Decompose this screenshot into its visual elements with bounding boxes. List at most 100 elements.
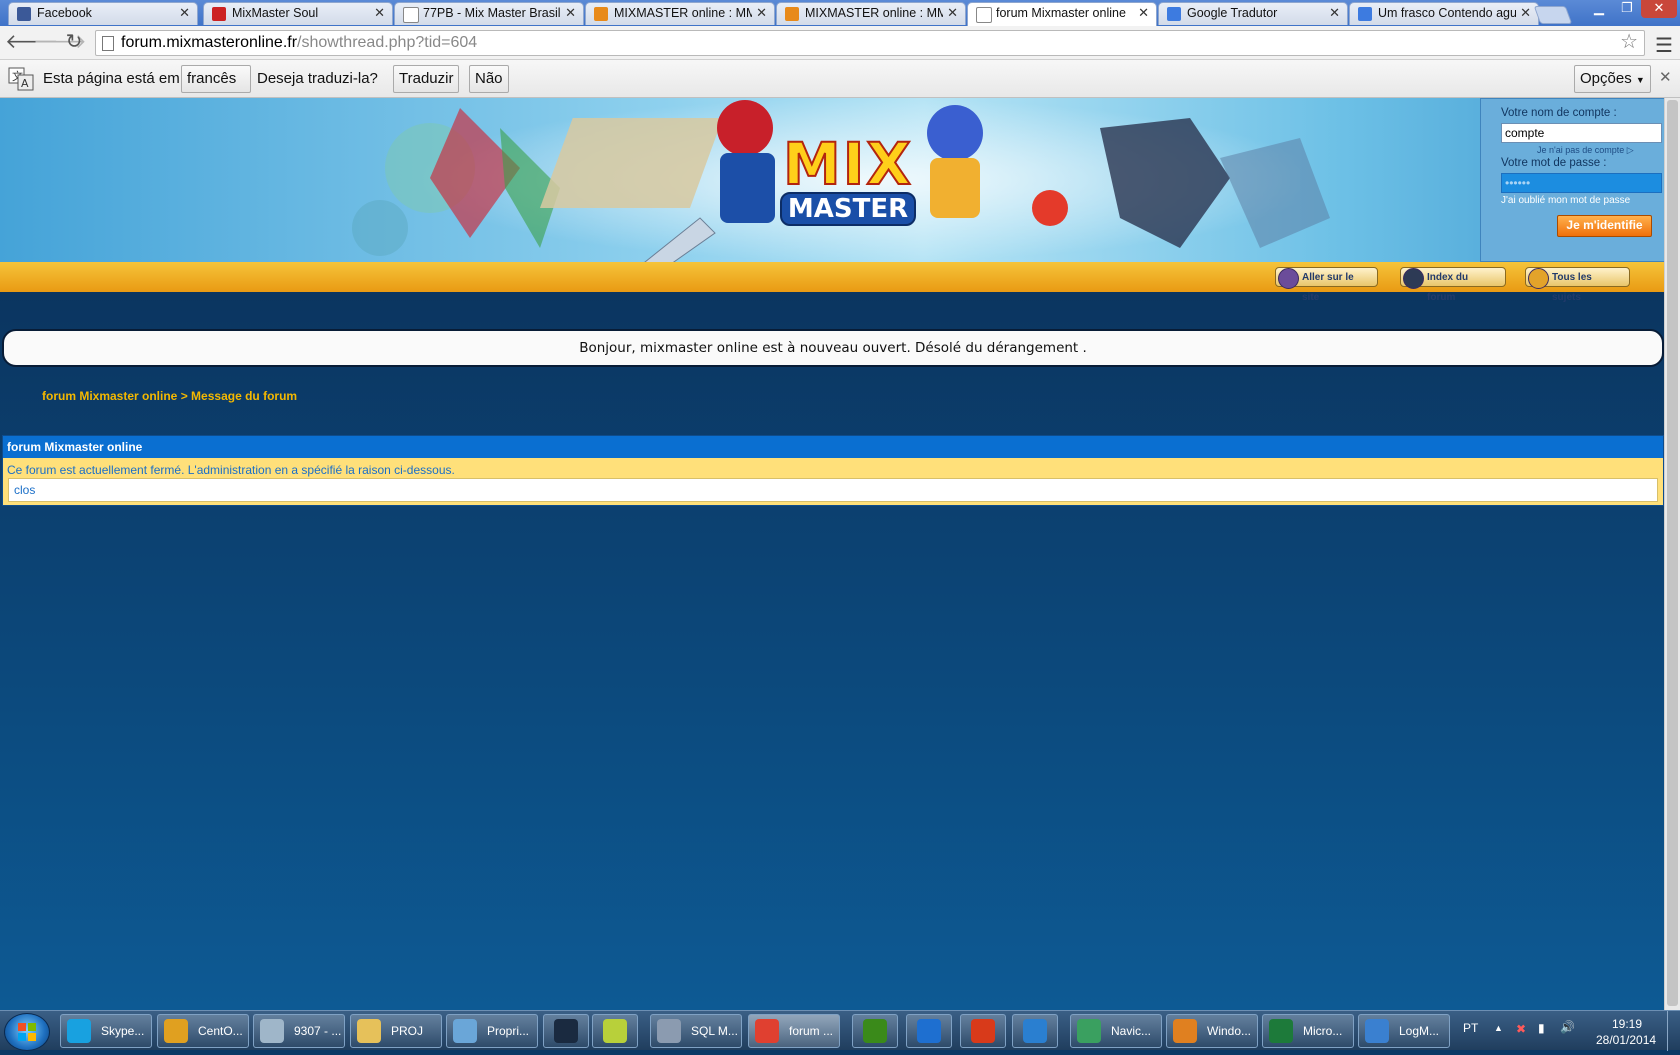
windows-logo-icon bbox=[18, 1023, 36, 1041]
language-select[interactable]: francês ▼ bbox=[181, 65, 251, 111]
clock-time[interactable]: 19:19 bbox=[1612, 1017, 1642, 1031]
logo-line-2: MASTER bbox=[779, 192, 917, 226]
close-tab-icon[interactable]: ✕ bbox=[947, 5, 958, 21]
start-button[interactable] bbox=[4, 1013, 50, 1051]
taskbar-item[interactable]: 9307 - ... bbox=[253, 1014, 345, 1048]
taskbar-item[interactable] bbox=[592, 1014, 638, 1048]
login-button[interactable]: Je m'identifie bbox=[1557, 215, 1652, 237]
close-translate-bar-icon[interactable]: ✕ bbox=[1659, 68, 1672, 86]
network-error-icon[interactable]: ✖ bbox=[1516, 1022, 1526, 1036]
bookmark-star-icon[interactable]: ☆ bbox=[1620, 30, 1638, 54]
nav-all-topics-link[interactable]: Tous les sujets bbox=[1525, 267, 1630, 303]
taskbar-item-label: PROJ bbox=[391, 1024, 424, 1038]
browser-tab[interactable]: MIXMASTER online : MM ✕ bbox=[776, 2, 966, 25]
show-desktop-button[interactable] bbox=[1667, 1011, 1680, 1051]
no-account-link[interactable]: Je n'ai pas de compte ▷ bbox=[1537, 145, 1634, 156]
forum-closed-reason: clos bbox=[8, 478, 1658, 502]
minimize-button[interactable]: ▁ bbox=[1585, 0, 1613, 18]
close-tab-icon[interactable]: ✕ bbox=[565, 5, 576, 21]
translate-button[interactable]: Traduzir bbox=[393, 65, 460, 93]
magnifier-icon bbox=[1023, 1019, 1047, 1043]
nav-site-link[interactable]: Aller sur le site bbox=[1275, 267, 1378, 303]
password-label: Votre mot de passe : bbox=[1501, 157, 1607, 169]
forgot-password-link[interactable]: J'ai oublié mon mot de passe bbox=[1501, 195, 1630, 206]
forward-button[interactable]: 🡒 bbox=[33, 31, 87, 55]
account-input[interactable] bbox=[1501, 123, 1662, 143]
new-tab-button[interactable] bbox=[1533, 6, 1573, 24]
taskbar-item[interactable] bbox=[960, 1014, 1006, 1048]
input-language[interactable]: PT bbox=[1463, 1021, 1478, 1035]
taskbar-item[interactable] bbox=[1012, 1014, 1058, 1048]
taskbar-item[interactable] bbox=[906, 1014, 952, 1048]
close-tab-icon[interactable]: ✕ bbox=[1329, 5, 1340, 21]
taskbar-item[interactable]: forum ... bbox=[748, 1014, 840, 1048]
breadcrumb-home-link[interactable]: forum Mixmaster online bbox=[42, 389, 177, 403]
chrome-menu-icon[interactable]: ☰ bbox=[1655, 33, 1673, 58]
close-tab-icon[interactable]: ✕ bbox=[1138, 5, 1149, 21]
url-host: forum.mixmasteronline.fr bbox=[121, 34, 298, 51]
clock-date[interactable]: 28/01/2014 bbox=[1596, 1033, 1656, 1047]
browser-tab[interactable]: MixMaster Soul ✕ bbox=[203, 2, 393, 25]
taskbar-item[interactable]: Skype... bbox=[60, 1014, 152, 1048]
tab-title: MIXMASTER online : MM bbox=[614, 6, 752, 20]
volume-icon[interactable]: 🔊 bbox=[1560, 1020, 1575, 1034]
page-icon bbox=[976, 7, 992, 23]
browser-tab[interactable]: forum Mixmaster online ✕ bbox=[967, 2, 1157, 26]
nav-forum-index-link[interactable]: Index du forum bbox=[1400, 267, 1506, 303]
reload-button[interactable]: ↻ bbox=[62, 31, 86, 55]
browser-tab[interactable]: Facebook ✕ bbox=[8, 2, 198, 25]
close-tab-icon[interactable]: ✕ bbox=[756, 5, 767, 21]
battery-icon[interactable]: ▮ bbox=[1538, 1021, 1545, 1035]
tab-title: 77PB - Mix Master Brasil - bbox=[423, 6, 561, 20]
browser-tab[interactable]: Google Tradutor ✕ bbox=[1158, 2, 1348, 25]
close-tab-icon[interactable]: ✕ bbox=[179, 5, 190, 21]
taskbar-item[interactable]: Navic... bbox=[1070, 1014, 1162, 1048]
address-bar[interactable]: forum.mixmasteronline.fr/showthread.php?… bbox=[95, 30, 1645, 56]
taskbar-item[interactable]: SQL M... bbox=[650, 1014, 742, 1048]
password-input[interactable] bbox=[1501, 173, 1662, 193]
taskbar-item[interactable]: Micro... bbox=[1262, 1014, 1354, 1048]
taskbar-item[interactable]: PROJ bbox=[350, 1014, 442, 1048]
no-translate-button[interactable]: Não bbox=[469, 65, 509, 93]
navicat-icon bbox=[1077, 1019, 1101, 1043]
back-button[interactable]: 🡐 bbox=[5, 31, 59, 55]
taskbar-item[interactable]: LogM... bbox=[1358, 1014, 1450, 1048]
show-hidden-icons[interactable]: ▲ bbox=[1494, 1023, 1503, 1033]
browser-tab[interactable]: MIXMASTER online : MM ✕ bbox=[585, 2, 775, 25]
translate-options-button[interactable]: Opções ▼ bbox=[1574, 65, 1651, 93]
login-panel: Votre nom de compte : Je n'ai pas de com… bbox=[1480, 98, 1665, 262]
nav-site-label: Aller sur le site bbox=[1302, 272, 1354, 303]
search-icon bbox=[260, 1019, 284, 1043]
tab-title: forum Mixmaster online bbox=[996, 6, 1126, 20]
taskbar-item[interactable]: Propri... bbox=[446, 1014, 538, 1048]
options-label: Opções bbox=[1580, 70, 1632, 87]
breadcrumb-separator: > bbox=[177, 389, 192, 403]
forum-closed-message: Ce forum est actuellement fermé. L'admin… bbox=[7, 463, 455, 477]
close-tab-icon[interactable]: ✕ bbox=[1520, 5, 1531, 21]
mixmaster-logo[interactable]: MIX MASTER bbox=[768, 134, 928, 226]
taskbar-item-label: LogM... bbox=[1399, 1024, 1440, 1038]
taskbar-item-label: 9307 - ... bbox=[294, 1024, 342, 1038]
browser-tab[interactable]: Um frasco Contendo agu ✕ bbox=[1349, 2, 1539, 25]
language-value: francês bbox=[187, 70, 237, 87]
taskbar-item[interactable] bbox=[852, 1014, 898, 1048]
breadcrumb-current[interactable]: Message du forum bbox=[191, 389, 297, 403]
taskbar-item-label: forum ... bbox=[789, 1024, 834, 1038]
browser-tab[interactable]: 77PB - Mix Master Brasil - ✕ bbox=[394, 2, 584, 25]
taskbar-item-label: Navic... bbox=[1111, 1024, 1152, 1038]
maximize-button[interactable]: ❐ bbox=[1613, 0, 1641, 18]
taskbar-item[interactable]: CentO... bbox=[157, 1014, 249, 1048]
bird-icon bbox=[212, 7, 226, 21]
windows-taskbar: Skype... CentO... 9307 - ... PROJ Propri... S… bbox=[0, 1010, 1680, 1051]
close-window-button[interactable]: ✕ bbox=[1641, 0, 1677, 18]
scrollbar-thumb[interactable] bbox=[1667, 100, 1678, 1006]
close-tab-icon[interactable]: ✕ bbox=[374, 5, 385, 21]
taskbar-item[interactable]: Windo... bbox=[1166, 1014, 1258, 1048]
skype-icon bbox=[67, 1019, 91, 1043]
tab-title: MIXMASTER online : MM bbox=[805, 6, 943, 20]
taskbar-item[interactable] bbox=[543, 1014, 589, 1048]
folder-icon bbox=[357, 1019, 381, 1043]
logmein-icon bbox=[1365, 1019, 1389, 1043]
page-scrollbar[interactable] bbox=[1664, 98, 1680, 1010]
facebook-icon bbox=[17, 7, 31, 21]
